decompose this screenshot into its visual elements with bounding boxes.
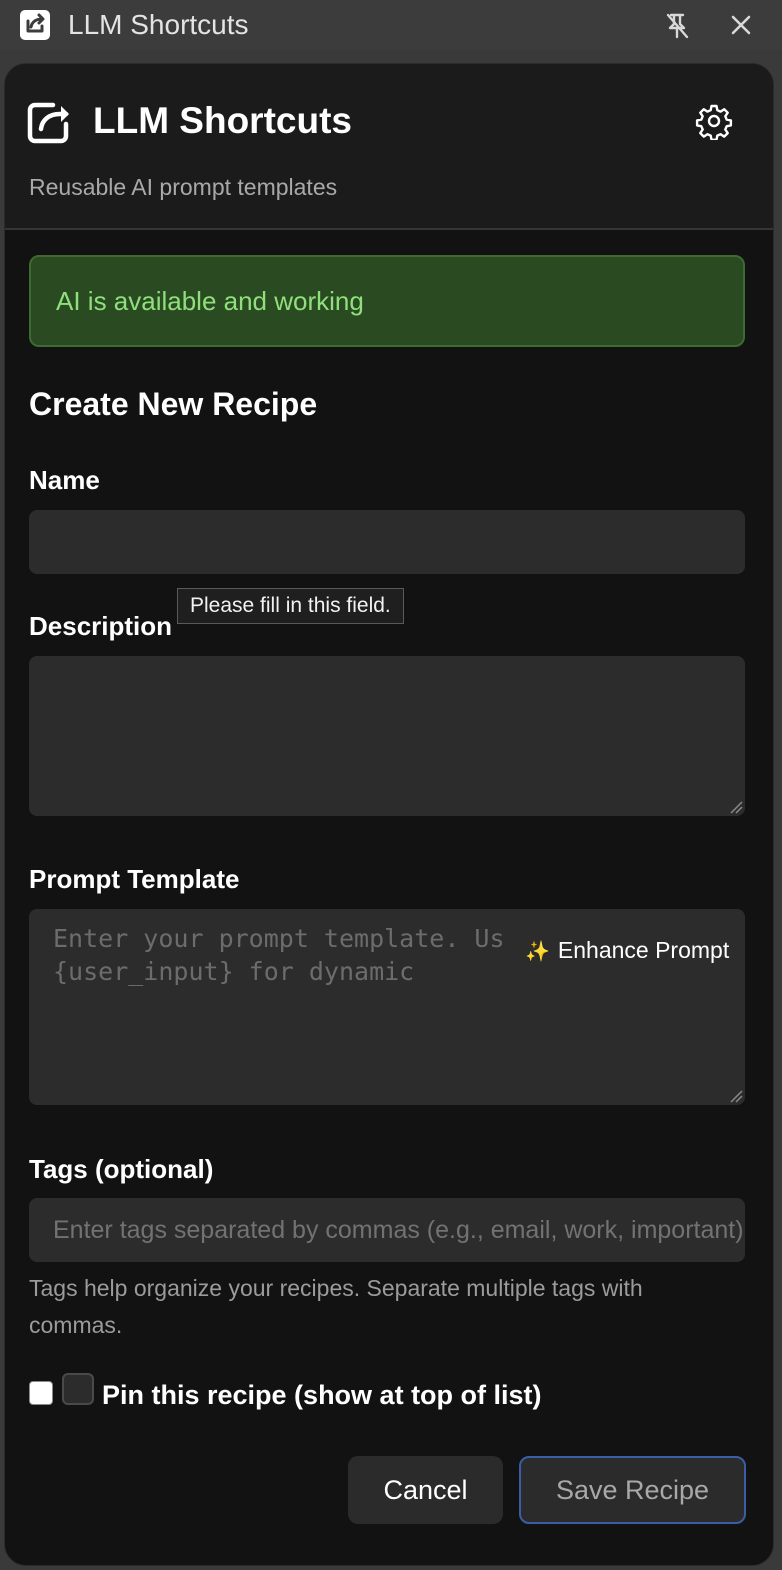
status-alert: AI is available and working: [29, 255, 745, 347]
prompt-textarea[interactable]: Enter your prompt template. Use {user_in…: [29, 909, 745, 1105]
pin-checkbox[interactable]: [29, 1381, 53, 1405]
description-label: Description: [29, 611, 173, 641]
gear-icon[interactable]: [695, 102, 733, 140]
name-label: Name: [29, 465, 100, 495]
tags-placeholder: Enter tags separated by commas (e.g., em…: [53, 1216, 744, 1244]
unpin-icon[interactable]: [660, 8, 694, 42]
window-title: LLM Shortcuts: [68, 9, 249, 40]
prompt-label: Prompt Template: [29, 864, 240, 894]
pin-label[interactable]: Pin this recipe (show at top of list): [102, 1375, 542, 1415]
enhance-prompt-label: Enhance Prompt: [557, 937, 730, 963]
name-input[interactable]: [29, 510, 745, 574]
save-recipe-button[interactable]: Save Recipe: [519, 1456, 746, 1524]
form-title: Create New Recipe: [29, 386, 318, 422]
sparkles-icon: ✨: [525, 941, 550, 963]
cancel-button[interactable]: Cancel: [348, 1456, 503, 1524]
app-header: LLM Shortcuts Reusable AI prompt templat…: [5, 64, 773, 230]
close-icon[interactable]: [724, 8, 758, 42]
resize-grip-icon[interactable]: [729, 1089, 743, 1103]
app-subtitle: Reusable AI prompt templates: [29, 174, 338, 200]
enhance-prompt-button[interactable]: ✨ Enhance Prompt: [505, 930, 744, 970]
tags-label: Tags (optional): [29, 1154, 214, 1184]
tags-help-text: Tags help organize your recipes. Separat…: [29, 1275, 643, 1338]
resize-grip-icon[interactable]: [729, 800, 743, 814]
pin-checkbox-styled[interactable]: [62, 1373, 94, 1405]
description-textarea[interactable]: [29, 656, 745, 816]
validation-tooltip: Please fill in this field.: [177, 588, 404, 624]
tags-input[interactable]: Enter tags separated by commas (e.g., em…: [29, 1198, 745, 1262]
prompt-placeholder: Enter your prompt template. Use {user_in…: [53, 924, 520, 992]
app-title: LLM Shortcuts: [93, 100, 352, 141]
window-titlebar: LLM Shortcuts: [0, 0, 782, 50]
popup-panel: LLM Shortcuts Reusable AI prompt templat…: [4, 63, 774, 1566]
share-box-icon: [27, 102, 69, 144]
share-box-icon: [20, 10, 50, 40]
